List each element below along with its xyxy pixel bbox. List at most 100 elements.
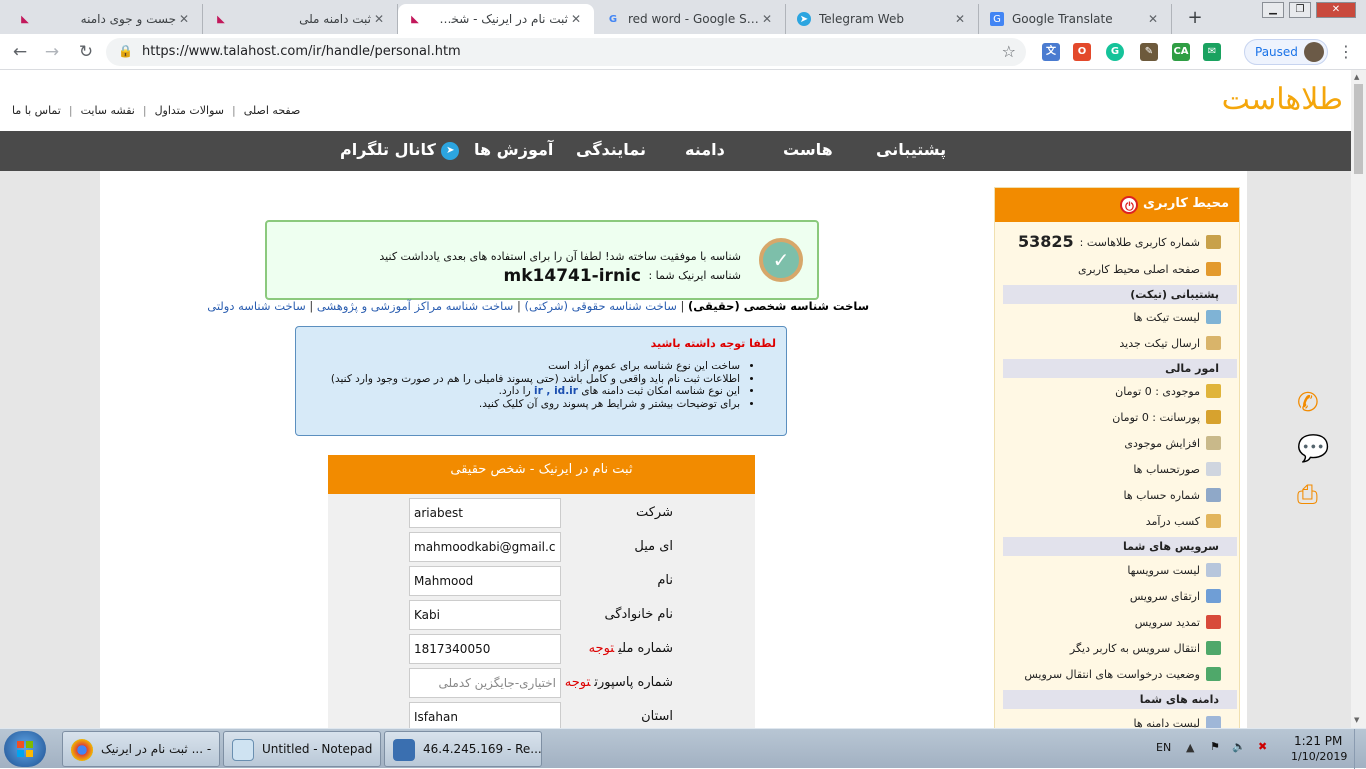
link-contact[interactable]: تماس با ما xyxy=(12,104,61,117)
nav-hosting[interactable]: هاست xyxy=(783,140,833,159)
link-home[interactable]: صفحه اصلی xyxy=(244,104,301,117)
ca-extension-icon[interactable]: CA xyxy=(1172,43,1190,61)
close-icon[interactable]: ✕ xyxy=(1145,12,1161,26)
close-icon[interactable]: ✕ xyxy=(952,12,968,26)
network-icon[interactable]: ✖ xyxy=(1258,740,1267,753)
sidebar-item-renew[interactable]: تمدید سرویس xyxy=(995,615,1239,629)
taskbar-remote-desktop[interactable]: 46.4.245.169 - Re... xyxy=(384,731,542,767)
tab-title: ثبت نام در ایرنیک - شخص حقیقی xyxy=(430,12,568,26)
scroll-down-icon[interactable]: ▼ xyxy=(1354,716,1359,724)
restore-button[interactable]: ❐ xyxy=(1289,2,1311,18)
action-center-icon[interactable]: ⚑ xyxy=(1210,740,1220,753)
user-id-icon xyxy=(1206,235,1221,249)
tab-domain-search[interactable]: ◣ جست و جوی دامنه ✕ xyxy=(8,4,203,34)
nav-domain[interactable]: دامنه xyxy=(685,140,725,159)
sidebar-item-upgrade[interactable]: ارتقای سرویس xyxy=(995,589,1239,603)
new-tab-button[interactable]: + xyxy=(1183,7,1207,31)
link-government-id[interactable]: ساخت شناسه دولتی xyxy=(207,299,306,313)
office-extension-icon[interactable]: O xyxy=(1073,43,1091,61)
forward-icon[interactable]: → xyxy=(40,40,64,64)
email-field[interactable] xyxy=(409,532,561,562)
province-field[interactable] xyxy=(409,702,561,728)
tab-google-search[interactable]: G red word - Google Search ✕ xyxy=(596,4,786,34)
link-sitemap[interactable]: نقشه سایت xyxy=(81,104,135,117)
back-icon[interactable]: ← xyxy=(8,40,32,64)
tab-title: جست و جوی دامنه xyxy=(80,12,176,26)
sidebar-item-service-list[interactable]: لیست سرویسها xyxy=(995,563,1239,577)
service-list-icon xyxy=(1206,563,1221,577)
sidebar-item-commission[interactable]: پورسانت : 0 تومان xyxy=(995,410,1239,424)
national-id-field[interactable] xyxy=(409,634,561,664)
money-bag-icon xyxy=(1206,410,1221,424)
translate-extension-icon[interactable]: 文 xyxy=(1042,43,1060,61)
nav-telegram-channel[interactable]: ➤ کانال تلگرام xyxy=(340,140,460,160)
tab-national-domain[interactable]: ◣ ثبت دامنه ملی ✕ xyxy=(204,4,398,34)
sidebar-item-transfer[interactable]: انتقال سرویس به کاربر دیگر xyxy=(995,641,1239,655)
sidebar-item-bank-accounts[interactable]: شماره حساب ها xyxy=(995,488,1239,502)
sidebar-item-transfer-status[interactable]: وضعیت درخواست های انتقال سرویس xyxy=(995,667,1239,681)
close-icon[interactable]: ✕ xyxy=(176,12,192,26)
sidebar-item-add-funds[interactable]: افزایش موجودی xyxy=(995,436,1239,450)
tray-expand-icon[interactable]: ▲ xyxy=(1186,741,1194,754)
telegram-icon: ➤ xyxy=(797,12,811,26)
address-bar[interactable]: 🔒 https://www.talahost.com/ir/handle/per… xyxy=(106,38,1026,66)
sidebar-item-label: ارسال تیکت جدید xyxy=(1119,337,1200,350)
sidebar-item-new-ticket[interactable]: ارسال تیکت جدید xyxy=(995,336,1239,350)
close-icon[interactable]: ✕ xyxy=(371,12,387,26)
show-desktop-button[interactable] xyxy=(1354,729,1366,769)
menu-kebab-icon[interactable]: ⋮ xyxy=(1338,42,1354,61)
minimize-button[interactable]: ▁ xyxy=(1262,2,1284,18)
link-education-id[interactable]: ساخت شناسه مراکز آموزشی و پژوهشی xyxy=(317,299,513,313)
clock-time[interactable]: 1:21 PM xyxy=(1294,734,1342,748)
sidebar-item-invoices[interactable]: صورتحساب ها xyxy=(995,462,1239,476)
company-field[interactable] xyxy=(409,498,561,528)
attention-label: توجه xyxy=(564,675,591,690)
link-faq[interactable]: سوالات متداول xyxy=(155,104,224,117)
phone-icon[interactable]: ✆ xyxy=(1297,388,1319,418)
language-indicator[interactable]: EN xyxy=(1156,741,1171,754)
power-icon[interactable]: ⏻ xyxy=(1120,196,1139,214)
sidebar-item-balance[interactable]: موجودی : 0 تومان xyxy=(995,384,1239,398)
start-button[interactable] xyxy=(4,731,46,767)
sidebar-item-label: انتقال سرویس به کاربر دیگر xyxy=(1069,642,1200,655)
sidebar-item-earn[interactable]: کسب درآمد xyxy=(995,514,1239,528)
tab-telegram[interactable]: ➤ Telegram Web ✕ xyxy=(787,4,979,34)
nav-support[interactable]: پشتیبانی xyxy=(876,140,946,159)
extension-links[interactable]: ir , id.ir xyxy=(534,385,578,397)
bank-card-icon xyxy=(1206,488,1221,502)
taskbar-notepad[interactable]: Untitled - Notepad xyxy=(223,731,381,767)
volume-icon[interactable]: 🔈 xyxy=(1232,740,1246,753)
tab-irnic-register[interactable]: ◣ ثبت نام در ایرنیک - شخص حقیقی ✕ xyxy=(398,4,594,34)
clock-date[interactable]: 1/10/2019 xyxy=(1291,750,1347,763)
passport-label-text: شماره پاسپورت xyxy=(594,675,673,690)
top-links: صفحه اصلی | سوالات متداول | نقشه سایت | تماس ب… xyxy=(12,104,300,117)
mail-extension-icon[interactable]: ✉ xyxy=(1203,43,1221,61)
page-scrollbar[interactable]: ▲ ▼ xyxy=(1351,70,1366,728)
nav-tutorials[interactable]: آموزش ها xyxy=(474,140,553,159)
site-logo[interactable]: طلاهاست xyxy=(1222,82,1343,117)
passport-field[interactable] xyxy=(409,668,561,698)
avatar xyxy=(1304,42,1324,62)
sidebar-item-home[interactable]: صفحه اصلی محیط کاربری xyxy=(995,262,1239,276)
scrollbar-thumb[interactable] xyxy=(1354,84,1363,174)
close-icon[interactable]: ✕ xyxy=(759,12,775,26)
chat-icon[interactable]: 💬 xyxy=(1297,434,1329,464)
sidebar-item-ticket-list[interactable]: لیست تیکت ها xyxy=(995,310,1239,324)
close-window-button[interactable]: ✕ xyxy=(1316,2,1356,18)
tool-extension-icon[interactable]: ✎ xyxy=(1140,43,1158,61)
scroll-up-icon[interactable]: ▲ xyxy=(1354,73,1359,81)
link-legal-id[interactable]: ساخت شناسه حقوقی (شرکتی) xyxy=(525,299,677,313)
profile-paused-button[interactable]: Paused xyxy=(1244,39,1328,65)
nav-reseller[interactable]: نمایندگی xyxy=(576,140,646,159)
grammarly-extension-icon[interactable]: G xyxy=(1106,43,1124,61)
taskbar-chrome[interactable]: ثبت نام در ایرنیک ... - xyxy=(62,731,220,767)
first-name-field[interactable] xyxy=(409,566,561,596)
reload-icon[interactable]: ↻ xyxy=(74,40,98,64)
sidebar-item-domain-list[interactable]: لیست دامنه ها xyxy=(995,716,1239,728)
last-name-field[interactable] xyxy=(409,600,561,630)
bookmark-star-icon[interactable]: ☆ xyxy=(1002,42,1016,61)
tab-google-translate[interactable]: G Google Translate ✕ xyxy=(980,4,1172,34)
ticket-list-icon xyxy=(1206,310,1221,324)
print-icon[interactable]: ⎙ xyxy=(1297,480,1318,511)
close-icon[interactable]: ✕ xyxy=(568,12,584,26)
